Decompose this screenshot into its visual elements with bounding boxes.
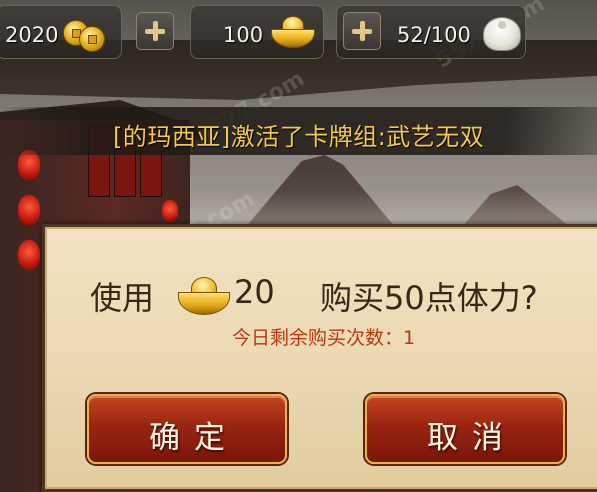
coins-display: 2020 <box>0 5 122 59</box>
lantern-icon <box>18 240 40 270</box>
coins-value: 2020 <box>5 23 59 47</box>
stamina-value: 52/100 <box>397 23 471 47</box>
steamed-bun-icon <box>483 17 521 51</box>
question-prefix: 使用 <box>90 279 155 317</box>
add-coins-button[interactable] <box>136 12 174 50</box>
question-suffix: 购买50点体力? <box>320 279 538 317</box>
stamina-display: 52/100 <box>336 5 526 59</box>
cancel-label: 取消 <box>427 420 517 456</box>
lantern-icon <box>18 195 40 225</box>
confirm-label: 确定 <box>149 420 239 456</box>
lantern-icon <box>162 200 178 222</box>
remaining-purchases: 今日剩余购买次数：1 <box>231 327 416 349</box>
gold-ingot-icon <box>178 277 230 315</box>
buy-stamina-dialog: 使用 20 购买50点体力? 今日剩余购买次数：1 确定 取消 <box>42 224 597 492</box>
cancel-button[interactable]: 取消 <box>365 394 565 464</box>
copper-coins-icon <box>79 26 105 52</box>
gold-ingot-icon <box>271 16 315 48</box>
gold-value: 100 <box>223 23 264 47</box>
confirm-button[interactable]: 确定 <box>87 394 287 464</box>
notice-banner: [的玛西亚]激活了卡牌组:武艺无双 <box>0 107 597 155</box>
cost-value: 20 <box>234 273 275 311</box>
notice-message: [的玛西亚]激活了卡牌组:武艺无双 <box>113 123 485 151</box>
add-stamina-button[interactable] <box>343 12 381 50</box>
gold-display: 100 <box>190 5 324 59</box>
